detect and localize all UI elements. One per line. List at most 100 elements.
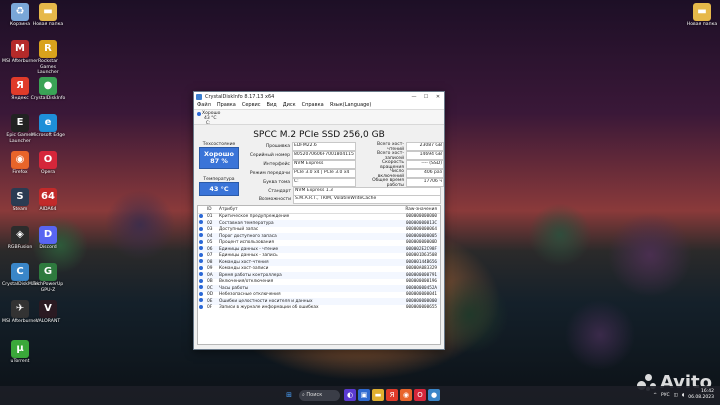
menu-edit[interactable]: Правка bbox=[214, 102, 239, 108]
health-status-box[interactable]: Хорошо 87 % bbox=[199, 147, 239, 169]
folder-icon: ▬ bbox=[693, 3, 711, 21]
drive-status-icon bbox=[197, 112, 201, 116]
info-row: Буква тома C: bbox=[242, 178, 356, 187]
smart-status-icon bbox=[198, 304, 206, 312]
edge-icon: e bbox=[39, 114, 57, 132]
yandex-icon: Я bbox=[11, 77, 29, 95]
desktop-icon[interactable]: ▬ Новая папка bbox=[684, 3, 720, 28]
interface-label: Интерфейс bbox=[263, 162, 290, 167]
utorrent-icon: µ bbox=[11, 340, 29, 358]
smart-body: 01 Критическое предупреждение 000000000000… bbox=[198, 213, 440, 311]
desktop-icon-label: AIDA64 bbox=[39, 207, 57, 212]
features-row: Возможности S.M.A.R.T., TRIM, VolatileWri… bbox=[197, 195, 441, 204]
menu-service[interactable]: Сервис bbox=[239, 102, 264, 108]
desktop-icon[interactable]: D Discord bbox=[30, 226, 66, 251]
drive-selector[interactable]: Хорошо 43 °C C: bbox=[194, 110, 444, 125]
explorer-icon[interactable]: ▬ bbox=[372, 389, 384, 401]
health-label: Техсостояние bbox=[202, 142, 236, 147]
steam-icon: S bbox=[11, 188, 29, 206]
firefox-icon: ◉ bbox=[11, 151, 29, 169]
desktop-icon[interactable]: 64 AIDA64 bbox=[30, 188, 66, 213]
desktop-icon-label: CrystalDiskInfo bbox=[30, 96, 66, 101]
smart-raw-value: 000000000655 bbox=[405, 305, 437, 311]
search-box[interactable]: ⌕ Поиск bbox=[299, 389, 340, 401]
language-indicator[interactable]: РУС bbox=[661, 393, 670, 398]
firmware-label: Прошивка bbox=[265, 144, 290, 149]
menu-view[interactable]: Вид bbox=[264, 102, 280, 108]
id-column-header[interactable]: ID bbox=[206, 206, 218, 214]
close-button[interactable]: ✕ bbox=[432, 92, 444, 101]
yandex-taskbar-icon[interactable]: Я bbox=[386, 389, 398, 401]
opera-taskbar-icon[interactable]: O bbox=[414, 389, 426, 401]
raw-column-header[interactable]: Raw-значения bbox=[381, 206, 440, 214]
desktop-icon-label: Discord bbox=[39, 245, 57, 250]
tray-chevron-icon[interactable]: ^ bbox=[653, 393, 657, 398]
desktop-icon[interactable]: ● CrystalDiskInfo bbox=[30, 77, 66, 102]
crystaldiskinfo-icon: ● bbox=[39, 77, 57, 95]
info-row: Общее время работы 17706 ч bbox=[366, 177, 444, 188]
interface-value: NVM Express bbox=[292, 160, 356, 169]
crystaldiskinfo-window: CrystalDiskInfo 8.17.13 x64 — ☐ ✕ Файл П… bbox=[193, 91, 445, 350]
info-row: Серийный номер 8052070606F7001804115 bbox=[242, 151, 356, 160]
desktop-icon[interactable]: ▬ Новая папка bbox=[30, 3, 66, 28]
host-writes-value: 14694 GB bbox=[406, 151, 444, 160]
smart-header-row: ID Атрибут Raw-значения bbox=[198, 206, 440, 214]
chat-icon[interactable]: ◐ bbox=[344, 389, 356, 401]
taskbar-apps: ⊞ ⌕ Поиск ◐ ▣ ▬ Я ◉ O ● bbox=[283, 389, 440, 401]
firefox-taskbar-icon[interactable]: ◉ bbox=[400, 389, 412, 401]
volume-icon[interactable]: ◖ bbox=[682, 393, 684, 398]
opera-icon: O bbox=[39, 151, 57, 169]
smart-id: 0F bbox=[207, 305, 213, 311]
features-label: Возможности bbox=[258, 197, 291, 202]
network-icon[interactable]: ◫ bbox=[674, 393, 678, 398]
desktop-icon-label: Новая папка bbox=[32, 22, 64, 27]
crystaldiskinfo-taskbar-icon[interactable]: ● bbox=[428, 389, 440, 401]
desktop-icon[interactable]: O Opera bbox=[30, 151, 66, 176]
desktop-icon[interactable]: G TechPowerUp GPU-Z bbox=[30, 263, 66, 293]
system-tray: ^ РУС ◫ ◖ 16:42 06.08.2023 bbox=[653, 389, 714, 401]
aida64-icon: 64 bbox=[39, 188, 57, 206]
smart-raw-value: 000000000000 bbox=[405, 214, 437, 220]
menu-language[interactable]: Язык(Language) bbox=[327, 102, 375, 108]
menu-disk[interactable]: Диск bbox=[280, 102, 299, 108]
menu-bar: Файл Правка Сервис Вид Диск Справка Язык… bbox=[194, 101, 444, 110]
minimize-button[interactable]: — bbox=[408, 92, 420, 101]
volume-letter-value: C: bbox=[292, 178, 356, 187]
drive-title: SPCC M.2 PCIe SSD 256,0 GB bbox=[253, 130, 385, 140]
msi-icon: M bbox=[11, 40, 29, 58]
standard-label: Стандарт bbox=[268, 189, 291, 194]
menu-file[interactable]: Файл bbox=[194, 102, 214, 108]
window-titlebar[interactable]: CrystalDiskInfo 8.17.13 x64 — ☐ ✕ bbox=[194, 92, 444, 101]
rockstar-icon: R bbox=[39, 40, 57, 58]
desktop-icon[interactable]: R Rockstar Games Launcher bbox=[30, 40, 66, 76]
task-view-icon[interactable]: ▣ bbox=[358, 389, 370, 401]
power-hours-label: Общее время работы bbox=[372, 177, 404, 188]
search-icon: ⌕ bbox=[302, 392, 305, 398]
health-percent: 87 % bbox=[210, 157, 228, 165]
desktop-icon[interactable]: V VALORANT bbox=[30, 300, 66, 325]
smart-id: 01 bbox=[207, 214, 213, 220]
desktop-icon[interactable]: e Microsoft Edge bbox=[30, 114, 66, 139]
desktop-icon-label: Opera bbox=[40, 170, 56, 175]
info-row: Прошивка EDFM22.6 bbox=[242, 142, 356, 151]
start-icon[interactable]: ⊞ bbox=[283, 389, 295, 401]
desktop-icon-label: uTorrent bbox=[10, 359, 30, 364]
menu-help[interactable]: Справка bbox=[299, 102, 327, 108]
transfer-mode-value: PCIe 3.0 x4 | PCIe 3.0 x4 bbox=[292, 169, 356, 178]
info-row: Режим передачи PCIe 3.0 x4 | PCIe 3.0 x4 bbox=[242, 169, 356, 178]
status-column-header bbox=[198, 206, 206, 214]
smart-row[interactable]: 01 Критическое предупреждение 000000000000 bbox=[198, 213, 440, 220]
maximize-button[interactable]: ☐ bbox=[420, 92, 432, 101]
power-hours-value: 17706 ч bbox=[406, 178, 444, 187]
smart-table[interactable]: ID Атрибут Raw-значения 01 Критическое пр… bbox=[197, 205, 441, 345]
taskbar: ⊞ ⌕ Поиск ◐ ▣ ▬ Я ◉ O ● ^ РУС ◫ ◖ 16:42 … bbox=[0, 386, 720, 405]
epic-games-icon: E bbox=[11, 114, 29, 132]
afterburner-icon: ✈ bbox=[11, 300, 29, 318]
smart-row[interactable]: 0F Записи в журнале информации об ошибках… bbox=[198, 304, 440, 312]
desktop-icon[interactable]: µ uTorrent bbox=[2, 340, 38, 365]
clock-date: 06.08.2023 bbox=[688, 395, 714, 400]
crystaldiskmark-icon: C bbox=[11, 263, 29, 281]
attr-column-header[interactable]: Атрибут bbox=[218, 206, 381, 214]
window-title: CrystalDiskInfo 8.17.13 x64 bbox=[205, 93, 275, 100]
clock[interactable]: 16:42 06.08.2023 bbox=[688, 389, 714, 401]
